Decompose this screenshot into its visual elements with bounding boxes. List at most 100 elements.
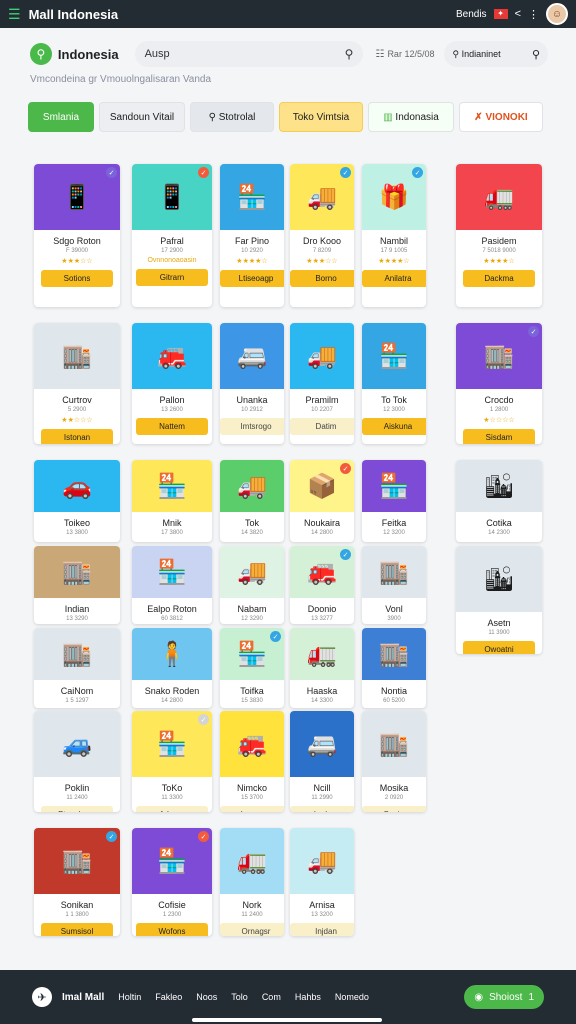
product-action-button[interactable]: Istonan — [41, 429, 113, 444]
product-card[interactable]: 🏪 Mnik 17 3800 — [132, 460, 212, 542]
product-image[interactable]: 🚚 — [220, 460, 284, 512]
product-image[interactable]: 🚚 — [290, 828, 354, 894]
product-image[interactable]: 🚒 — [220, 711, 284, 777]
product-image[interactable]: 🚒 ✓ — [290, 546, 354, 598]
product-card[interactable]: 🏬 Vonl 3900 — [362, 546, 426, 624]
product-card[interactable]: 🚛 Pasidem 7 5018 9000 ★★★★☆ Dackma — [456, 164, 542, 307]
product-card[interactable]: 🏪 ✓ Toifka 15 3830 — [220, 628, 284, 708]
shop-cta-button[interactable]: ◉ Shoiost 1 — [464, 985, 544, 1009]
product-image[interactable]: 📱 ✓ — [34, 164, 120, 230]
product-image[interactable]: 🏬 ✓ — [34, 828, 120, 894]
product-card[interactable]: 🚒 Nimcko 15 3700 Imagens — [220, 711, 284, 812]
product-image[interactable]: 🧍 — [132, 628, 212, 680]
product-card[interactable]: 🚒 ✓ Doonio 13 3277 — [290, 546, 354, 624]
menu-icon[interactable]: ☰ — [8, 6, 21, 23]
product-image[interactable]: 🎁 ✓ — [362, 164, 426, 230]
bottom-nav-item[interactable]: Fakleo — [155, 992, 182, 1002]
product-card[interactable]: 🏬 Curtrov 5 2900 ★★☆☆☆ Istonan — [34, 323, 120, 444]
product-card[interactable]: 🚚 Pramilm 10 2207 Datim — [290, 323, 354, 444]
product-card[interactable]: 🚐 Ncill 11 2990 Isrdem — [290, 711, 354, 812]
product-image[interactable]: 🏪 ✓ — [132, 828, 212, 894]
account-label[interactable]: Bendis — [456, 9, 487, 20]
product-action-button[interactable]: Adarno — [136, 806, 208, 812]
product-image[interactable]: 🏙 — [456, 546, 542, 612]
product-card[interactable]: 🏪 Ealpo Roton 60 3812 — [132, 546, 212, 624]
product-action-button[interactable]: Imagens — [220, 806, 284, 812]
bottom-nav-item[interactable]: Com — [262, 992, 281, 1002]
product-image[interactable]: 🚛 — [290, 628, 354, 680]
chip-toko-vimtsia[interactable]: Toko Vimtsia — [279, 102, 363, 132]
product-action-button[interactable]: Ornagsr — [220, 923, 284, 936]
product-action-button[interactable]: Sonisen — [362, 806, 426, 812]
product-image[interactable]: 🏪 — [362, 323, 426, 389]
product-action-button[interactable]: Aiskuna — [362, 418, 426, 435]
product-card[interactable]: 🏙 Asetn 11 3900 Owoatni — [456, 546, 542, 654]
product-action-button[interactable]: Borno — [290, 270, 354, 287]
product-image[interactable]: 🚒 — [132, 323, 212, 389]
product-image[interactable]: 🚐 — [220, 323, 284, 389]
product-image[interactable]: 🚚 — [290, 323, 354, 389]
product-card[interactable]: 🚚 Arnisa 13 3200 Injdan — [290, 828, 354, 936]
product-image[interactable]: 🚙 — [34, 711, 120, 777]
product-action-button[interactable]: Datim — [290, 418, 354, 435]
chip-indonasia[interactable]: ▥ Indonasia — [368, 102, 454, 132]
search-icon[interactable]: ⚲ — [345, 47, 354, 61]
product-action-button[interactable]: Sotions — [41, 270, 113, 287]
bottom-nav-item[interactable]: Hahbs — [295, 992, 321, 1002]
product-card[interactable]: 🚛 Nork 11 2400 Ornagsr — [220, 828, 284, 936]
product-image[interactable]: 🏬 — [34, 628, 120, 680]
product-image[interactable]: 🚚 — [220, 546, 284, 598]
chip-vionoki[interactable]: ✗ VIONOKI — [459, 102, 543, 132]
product-image[interactable]: 🏪 ✓ — [220, 628, 284, 680]
product-action-button[interactable]: Owoatni — [463, 641, 535, 654]
product-card[interactable]: 🏬 Indian 13 3290 — [34, 546, 120, 624]
bottom-nav-item[interactable]: Noos — [196, 992, 217, 1002]
product-image[interactable]: 🏬 — [362, 628, 426, 680]
product-card[interactable]: 🏬 Mosika 2 0920 Sonisen — [362, 711, 426, 812]
product-image[interactable]: 🏪 — [220, 164, 284, 230]
bottom-nav-item[interactable]: Nomedo — [335, 992, 369, 1002]
product-action-button[interactable]: Anilatra — [362, 270, 426, 287]
flag-icon[interactable]: ✦ — [493, 9, 508, 19]
avatar[interactable]: ☺ — [546, 3, 568, 25]
secondary-search-input[interactable]: ⚲ Indianinet ⚲ — [444, 41, 548, 67]
product-action-button[interactable]: Imtsrogo — [220, 418, 284, 435]
product-card[interactable]: 🚗 Toikeo 13 3800 — [34, 460, 120, 542]
search-input[interactable]: Ausp ⚲ — [134, 41, 364, 67]
product-image[interactable]: 🏪 — [362, 460, 426, 512]
product-card[interactable]: 🏙 Cotika 14 2300 — [456, 460, 542, 542]
product-card[interactable]: 🏬 Nontia 60 5200 — [362, 628, 426, 708]
product-card[interactable]: 🚚 Tok 14 3820 — [220, 460, 284, 542]
product-image[interactable]: 🏙 — [456, 460, 542, 512]
product-card[interactable]: 🧍 Snako Roden 14 2800 — [132, 628, 212, 708]
product-action-button[interactable]: Injdan — [290, 923, 354, 936]
product-card[interactable]: 🏪✓ ToKo 11 3300 Adarno — [132, 711, 212, 812]
product-image[interactable]: 🏬 — [362, 546, 426, 598]
bottom-nav-item[interactable]: Holtin — [118, 992, 141, 1002]
product-image[interactable]: 🚗 — [34, 460, 120, 512]
chip-sandoun-vitail[interactable]: Sandoun Vitail — [99, 102, 185, 132]
product-card[interactable]: 🚚 ✓ Dro Kooo 7 8209 ★★★☆☆ Borno — [290, 164, 354, 307]
product-card[interactable]: 🚐 Unanka 10 2912 Imtsrogo — [220, 323, 284, 444]
product-image[interactable]: 🚚 ✓ — [290, 164, 354, 230]
more-vertical-icon[interactable]: ⋮ — [528, 8, 539, 21]
product-action-button[interactable]: Gitrarn — [136, 269, 208, 286]
product-image[interactable]: 📦 ✓ — [290, 460, 354, 512]
share-icon[interactable]: < — [515, 8, 521, 20]
product-action-button[interactable]: Ptesulsger — [41, 806, 113, 812]
product-image[interactable]: 🏪 — [132, 460, 212, 512]
product-image[interactable]: 🚐 — [290, 711, 354, 777]
product-action-button[interactable]: Sisdam — [463, 429, 535, 444]
product-action-button[interactable]: Sumsisol — [41, 923, 113, 936]
product-card[interactable]: 🚙 Poklin 11 2400 Ptesulsger — [34, 711, 120, 812]
product-image[interactable]: 📱 ✓ — [132, 164, 212, 230]
product-card[interactable]: 🏪 Far Pino 10 2920 ★★★★☆ Ltiseoagp — [220, 164, 284, 307]
product-image[interactable]: 🏪 ✓ — [132, 711, 212, 777]
chip-smlania[interactable]: Smlania — [28, 102, 94, 132]
product-image[interactable]: 🚛 — [456, 164, 542, 230]
product-action-button[interactable]: Nattem — [136, 418, 208, 435]
search-icon[interactable]: ⚲ — [532, 48, 540, 61]
product-action-button[interactable]: Ltiseoagp — [220, 270, 284, 287]
product-card[interactable]: 🏪 Feitka 12 3200 — [362, 460, 426, 542]
product-card[interactable]: 🏬 ✓ Crocdo 1 2800 ★☆☆☆☆ Sisdam — [456, 323, 542, 444]
